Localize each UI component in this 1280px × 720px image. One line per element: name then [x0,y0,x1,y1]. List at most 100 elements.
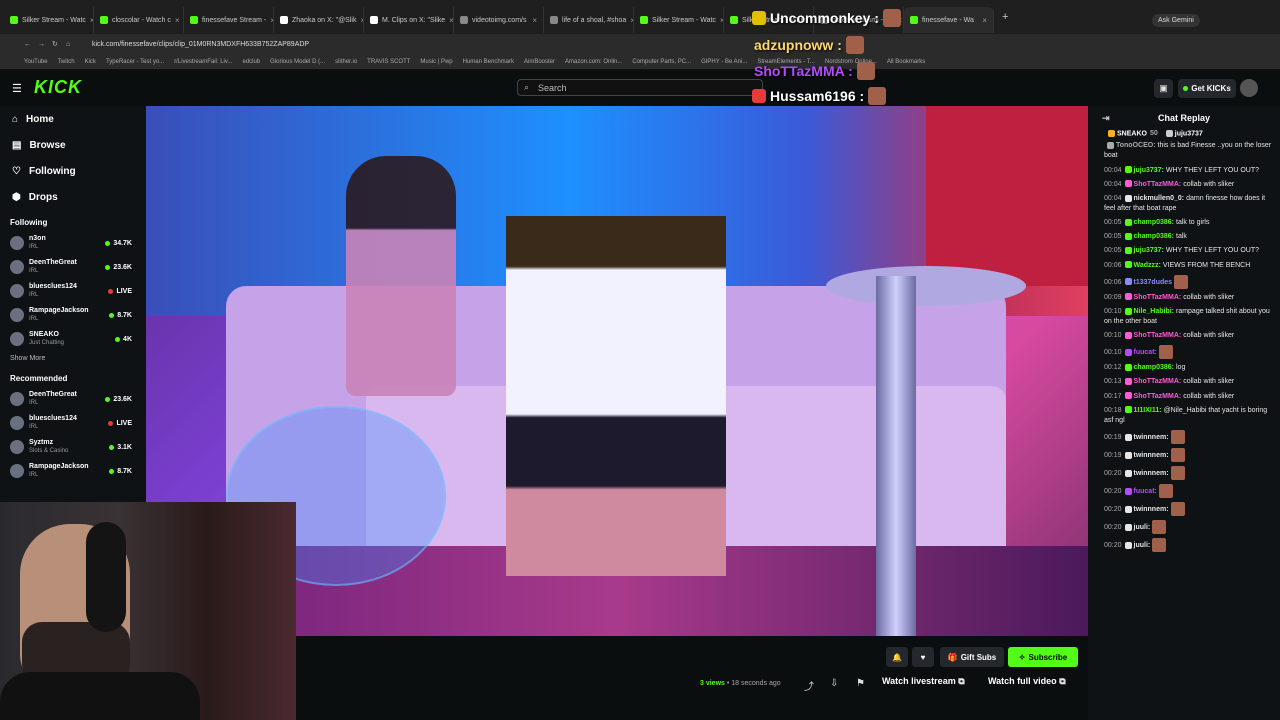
bookmark-item[interactable]: Human Benchmark [463,59,514,65]
channel-item[interactable]: bluesclues124 IRL LIVE [0,411,146,435]
bookmark-item[interactable]: edclub [242,59,260,65]
bookmark-item[interactable]: GIPHY - Be Ani... [701,59,747,65]
close-icon[interactable]: × [532,16,537,25]
report-icon[interactable]: ⚑ [856,678,865,689]
browser-tab[interactable]: finessefave - Wa × [904,7,994,33]
browser-tab[interactable]: hotels in miami - Se × [814,7,904,33]
ask-gemini-button[interactable]: Ask Gemini [1152,14,1200,27]
browser-tab[interactable]: Silker Stream - Watc× [634,7,724,33]
message-username[interactable]: champ0386: [1134,364,1174,371]
message-username[interactable]: juuli: [1134,542,1151,549]
home-icon[interactable]: ⌂ [66,41,70,48]
subscribe-button[interactable]: ✧ Subscribe [1008,647,1078,667]
show-more-link[interactable]: Show More [0,351,146,366]
bookmark-item[interactable]: Music | Pwp [420,59,452,65]
message-username[interactable]: nickmullen0_0: [1134,195,1185,202]
watch-full-video-button[interactable]: Watch full video ⧉ [988,676,1066,687]
bookmark-item[interactable]: Amazon.com: Onlin... [565,59,622,65]
browser-tab[interactable]: Silker Stream - Watc× [724,7,814,33]
share-icon[interactable]: ⤴ [804,678,814,693]
bookmark-item[interactable]: AimBooster [524,59,555,65]
sidebar-item-browse[interactable]: ▤ Browse [0,132,146,158]
bookmark-item[interactable]: StreamElements - T... [757,59,815,65]
close-icon[interactable]: × [982,16,987,25]
browser-tab[interactable]: life of a shoal, #shoa× [544,7,634,33]
bookmark-item[interactable]: Twitch [58,59,75,65]
channel-item[interactable]: n3on IRL 34.7K [0,231,146,255]
message-username[interactable]: ShoTTazMMA: [1134,294,1182,301]
message-username[interactable]: twinnnem: [1134,470,1169,477]
message-username[interactable]: Wadzzz: [1134,262,1161,269]
message-username[interactable]: ShoTTazMMA: [1134,393,1182,400]
message-username[interactable]: Nile_Habibi: [1134,308,1174,315]
message-username[interactable]: twinnnem: [1134,506,1169,513]
notify-bell-button[interactable]: 🔔 [886,647,908,667]
bookmark-item[interactable]: TypeRacer - Test yo... [106,59,164,65]
bookmark-item[interactable]: YouTube [24,59,48,65]
gifter-count: 50 [1149,130,1158,138]
tab-title: M. Clips on X: "Slike [382,16,446,24]
bookmark-item[interactable]: Kick [85,59,96,65]
collapse-chat-icon[interactable]: ⇥ [1102,113,1110,124]
bookmark-item[interactable]: TRAVIS SCOTT [367,59,410,65]
message-username[interactable]: ShoTTazMMA: [1134,181,1182,188]
menu-icon[interactable]: ☰ [12,82,22,95]
bookmark-item[interactable]: r/LivestreamFail: Liv... [174,59,232,65]
message-username[interactable]: TonoOCEO: [1116,142,1156,149]
message-username[interactable]: t1337dudes [1134,279,1173,286]
browser-tab[interactable]: finessefave Stream -× [184,7,274,33]
message-username[interactable]: twinnnem: [1134,434,1169,441]
message-username[interactable]: champ0386: [1134,233,1174,240]
search-input[interactable]: ⌕ Search [517,79,763,96]
watch-livestream-button[interactable]: Watch livestream ⧉ [882,676,965,687]
message-username[interactable]: 1I1IXI11: [1134,407,1162,414]
url-text[interactable]: kick.com/finessefave/clips/clip_01M0RN3M… [92,41,309,48]
message-username[interactable]: fuucat: [1134,349,1157,356]
forward-icon[interactable]: → [38,41,45,48]
follow-heart-button[interactable]: ♥ [912,647,934,667]
channel-item[interactable]: RampageJackson IRL 8.7K [0,303,146,327]
reload-icon[interactable]: ↻ [52,40,58,48]
message-username[interactable]: twinnnem: [1134,452,1169,459]
channel-item[interactable]: SNEAKO Just Chatting 4K [0,327,146,351]
bookmark-item[interactable]: Computer Parts, PC... [632,59,691,65]
download-icon[interactable]: ⇩ [830,678,838,689]
browser-tab[interactable]: M. Clips on X: "Slike × [364,7,454,33]
browser-tab[interactable]: Zhaoka on X: "@Slik× [274,7,364,33]
kick-logo[interactable]: KICK [34,77,82,98]
message-username[interactable]: juju3737: [1134,247,1164,254]
message-username[interactable]: ShoTTazMMA: [1134,332,1182,339]
channel-item[interactable]: DeenTheGreat IRL 23.6K [0,387,146,411]
get-kicks-button[interactable]: Get KICKs [1178,79,1236,98]
viewer-count: 23.6K [113,395,132,403]
channel-item[interactable]: DeenTheGreat IRL 23.6K [0,255,146,279]
library-icon[interactable]: ▣ [1154,79,1173,98]
message-username[interactable]: champ0386: [1134,219,1174,226]
gift-subs-button[interactable]: 🎁 Gift Subs [940,647,1004,667]
top-gifter[interactable]: SNEAKO 50 [1108,130,1158,137]
sidebar-item-home[interactable]: ⌂ Home [0,106,146,132]
message-username[interactable]: juuli: [1134,524,1151,531]
new-tab-icon[interactable]: + [1002,11,1008,23]
sidebar-item-following[interactable]: ♡ Following [0,158,146,184]
address-bar[interactable]: ← → ↻ ⌂ kick.com/finessefave/clips/clip_… [0,34,1280,54]
bookmark-item[interactable]: Glorious Model D (... [270,59,325,65]
message-username[interactable]: ShoTTazMMA: [1134,378,1182,385]
browser-tab[interactable]: videotoimg.com/s × [454,7,544,33]
back-icon[interactable]: ← [24,41,31,48]
message-username[interactable]: fuucat: [1134,488,1157,495]
close-icon[interactable]: × [175,16,180,25]
browser-tab[interactable]: Silker Stream - Watc× [4,7,94,33]
bookmark-item[interactable]: Nordstrom Online... [825,59,877,65]
bookmark-item[interactable]: All Bookmarks [887,59,925,65]
channel-item[interactable]: RampageJackson IRL 8.7K [0,459,146,483]
channel-item[interactable]: Syztmz Slots & Casino 3.1K [0,435,146,459]
channel-item[interactable]: bluesclues124 IRL LIVE [0,279,146,303]
bookmark-item[interactable]: slither.io [335,59,357,65]
close-icon[interactable]: × [897,16,902,25]
sidebar-item-drops[interactable]: ⬢ Drops [0,184,146,210]
message-username[interactable]: juju3737: [1134,167,1164,174]
user-avatar[interactable] [1240,79,1258,97]
top-gifter[interactable]: juju3737 [1165,130,1206,137]
browser-tab[interactable]: closcolar - Watch c × [94,7,184,33]
